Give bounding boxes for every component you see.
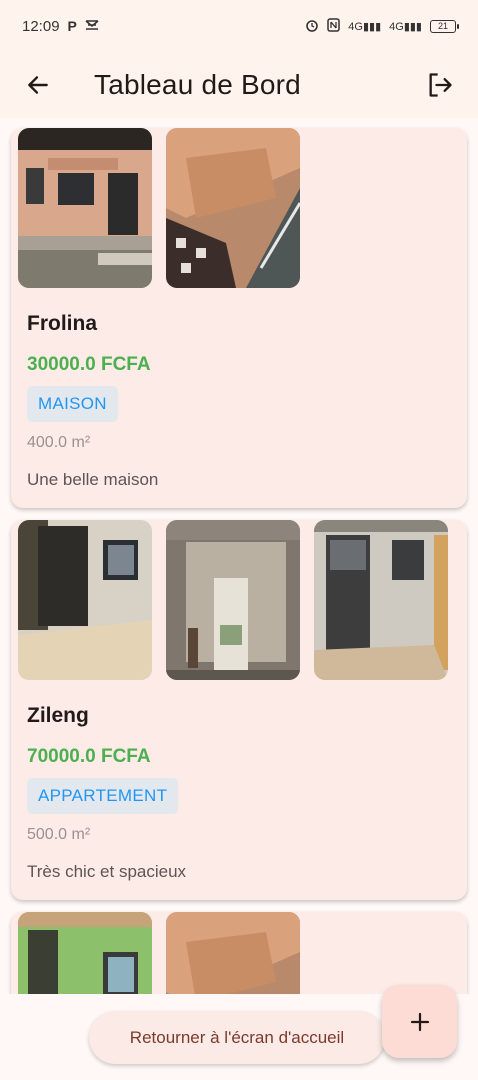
type-badge: MAISON [27,386,118,422]
listing-card[interactable]: Frolina 30000.0 FCFA MAISON 400.0 m² Une… [11,128,467,508]
status-bar: 12:09 P 4G▮▮▮ 4G▮▮▮ 21 [0,0,478,52]
listing-photo[interactable] [18,520,152,680]
listing-area: 400.0 m² [27,434,91,451]
battery-level: 21 [437,21,448,31]
listing-photo[interactable] [166,128,300,288]
listing-photo[interactable] [314,520,448,680]
signal-4g-icon: 4G▮▮▮ [389,20,422,33]
listing-price: 70000.0 FCFA [27,746,151,767]
network-label: 4G [389,20,404,33]
status-right: 4G▮▮▮ 4G▮▮▮ 21 [305,17,459,35]
app-bar: Tableau de Bord [0,52,478,118]
listing-photo[interactable] [18,912,152,994]
back-button[interactable] [18,65,58,105]
listing-card[interactable] [11,912,467,994]
listing-photo[interactable] [166,912,300,994]
parking-icon: P [67,18,77,34]
photo-gallery[interactable] [18,128,451,288]
plus-icon [410,1012,429,1031]
photo-gallery[interactable] [18,912,451,994]
page-title: Tableau de Bord [94,69,301,100]
listing-title: Frolina [27,312,98,335]
add-listing-button[interactable] [382,985,457,1058]
status-left: 12:09 P [22,18,99,35]
listing-area: 500.0 m² [27,826,91,843]
status-time: 12:09 [22,17,60,35]
nfc-icon [327,17,341,35]
listing-card[interactable]: Zileng 70000.0 FCFA APPARTEMENT 500.0 m²… [11,520,467,900]
logout-button[interactable] [420,65,460,105]
listing-title: Zileng [27,704,89,727]
type-badge: APPARTEMENT [27,778,179,814]
home-button[interactable]: Retourner à l'écran d'accueil [89,1011,385,1064]
signal-4g-icon: 4G▮▮▮ [348,20,382,33]
battery-icon: 21 [430,19,459,33]
listing-list[interactable]: Frolina 30000.0 FCFA MAISON 400.0 m² Une… [0,118,478,994]
network-label: 4G [348,20,363,33]
arrow-left-icon [28,76,48,94]
listing-photo[interactable] [166,520,300,680]
listing-price: 30000.0 FCFA [27,354,151,375]
logout-icon [429,73,452,97]
listing-description: Très chic et spacieux [27,862,187,881]
photo-gallery[interactable] [18,520,451,680]
listing-description: Une belle maison [27,470,159,489]
inbox-icon [85,18,99,35]
alarm-icon [305,18,319,35]
listing-photo[interactable] [18,128,152,288]
